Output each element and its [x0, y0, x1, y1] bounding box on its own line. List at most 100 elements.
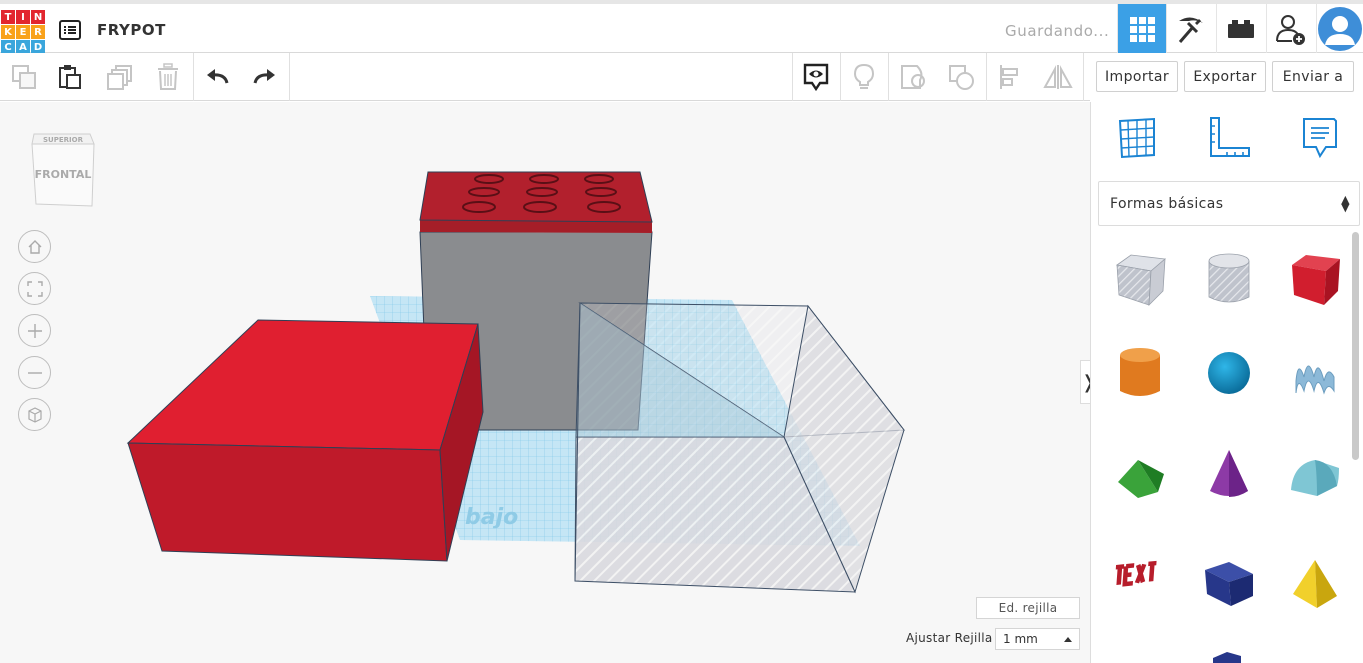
- shape-cylinder-hole[interactable]: [1198, 246, 1260, 312]
- wedge-icon: [1205, 562, 1253, 606]
- shape-category-select[interactable]: Formas básicas ▲ ▼: [1098, 181, 1360, 226]
- save-status: Guardando...: [1005, 22, 1110, 40]
- cylinder-icon: [1120, 348, 1160, 396]
- sort-arrows-icon: ▲ ▼: [1341, 193, 1350, 214]
- edit-grid-button[interactable]: Ed. rejilla: [976, 597, 1080, 619]
- home-icon: [28, 239, 41, 254]
- polygon-icon: [1213, 652, 1241, 663]
- 3d-workplane-viewport[interactable]: bajo SUPERIOR FRONTAL: [0, 102, 1090, 663]
- view-cube-front-label: FRONTAL: [35, 168, 92, 181]
- red-box[interactable]: [126, 319, 484, 562]
- duplicate-button[interactable]: [97, 53, 143, 101]
- view-cube-icon: SUPERIOR FRONTAL: [31, 133, 95, 207]
- scribble-icon: [1295, 365, 1335, 395]
- shape-partial-blue[interactable]: [1198, 642, 1260, 663]
- logo-letter: C: [1, 40, 15, 54]
- logo-letter: N: [31, 10, 45, 24]
- logo-letter: E: [16, 25, 30, 39]
- sphere-icon: [1208, 352, 1250, 394]
- shape-partial[interactable]: [1109, 642, 1171, 663]
- grid-icon: [1130, 16, 1155, 42]
- user-avatar[interactable]: [1316, 4, 1363, 53]
- notes-tool-button[interactable]: [1296, 114, 1344, 162]
- logo-letter: I: [16, 10, 30, 24]
- import-button[interactable]: Importar: [1096, 61, 1178, 92]
- home-view-button[interactable]: [18, 230, 51, 263]
- export-button[interactable]: Exportar: [1184, 61, 1266, 92]
- shape-round-roof[interactable]: [1284, 442, 1346, 508]
- delete-button[interactable]: [145, 53, 191, 101]
- workplane-tool-button[interactable]: [1113, 114, 1161, 162]
- caret-up-icon: [1064, 637, 1072, 642]
- design-list-button[interactable]: [58, 18, 82, 42]
- ruler-tool-button[interactable]: [1205, 114, 1253, 162]
- shape-pyramid[interactable]: [1284, 550, 1346, 616]
- shape-scribble[interactable]: [1284, 340, 1346, 406]
- lightbulb-icon: [853, 63, 875, 89]
- logo-letter: R: [31, 25, 45, 39]
- ortho-view-button[interactable]: [18, 398, 51, 431]
- shape-cone[interactable]: [1198, 442, 1260, 508]
- shape-box[interactable]: [1284, 246, 1346, 312]
- copy-icon: [12, 65, 36, 89]
- text-shape-icon: [1115, 560, 1157, 587]
- undo-button[interactable]: [195, 53, 241, 101]
- paste-button[interactable]: [47, 53, 93, 101]
- 3d-view-button[interactable]: [1117, 4, 1166, 53]
- ruler-icon: [1210, 117, 1250, 157]
- project-title[interactable]: FRYPOT: [97, 21, 166, 39]
- shape-wedge[interactable]: [1198, 550, 1260, 616]
- brick-icon: [1228, 19, 1254, 38]
- fit-view-button[interactable]: [18, 272, 51, 305]
- blocks-view-button[interactable]: [1166, 4, 1215, 53]
- shape-text[interactable]: [1109, 542, 1171, 608]
- list-icon: [59, 20, 81, 40]
- trash-icon: [158, 63, 178, 90]
- align-button[interactable]: [987, 53, 1033, 101]
- workplane-label: bajo: [465, 505, 518, 530]
- mirror-icon: [1043, 65, 1073, 89]
- note-icon: [1303, 118, 1337, 159]
- group-button[interactable]: [890, 53, 936, 101]
- share-button[interactable]: [1266, 4, 1315, 53]
- logo-letter: T: [1, 10, 15, 24]
- mirror-button[interactable]: [1035, 53, 1081, 101]
- duplicate-icon: [107, 65, 132, 90]
- fit-icon: [26, 280, 43, 297]
- send-to-button[interactable]: Enviar a: [1272, 61, 1354, 92]
- undo-icon: [207, 69, 229, 84]
- notes-button[interactable]: [793, 53, 839, 101]
- bricks-view-button[interactable]: [1216, 4, 1265, 53]
- avatar-icon: [1318, 6, 1362, 51]
- hole-box[interactable]: [574, 302, 905, 594]
- zoom-in-button[interactable]: [18, 314, 51, 347]
- shape-sphere[interactable]: [1198, 340, 1260, 406]
- tinkercad-logo[interactable]: T I N K E R C A D: [1, 10, 45, 54]
- group-icon: [901, 65, 925, 89]
- shapes-scrollbar[interactable]: [1352, 232, 1359, 460]
- cone-icon: [1210, 450, 1248, 497]
- paste-icon: [59, 65, 81, 89]
- edit-toolbar: [0, 53, 1090, 101]
- pickaxe-icon: [1178, 16, 1203, 43]
- copy-button[interactable]: [1, 53, 47, 101]
- redo-button[interactable]: [241, 53, 287, 101]
- logo-letter: K: [1, 25, 15, 39]
- box-icon: [1292, 255, 1340, 305]
- hint-button[interactable]: [841, 53, 887, 101]
- snap-grid-select[interactable]: 1 mm: [995, 628, 1080, 650]
- minus-icon: [27, 371, 42, 374]
- shape-box-hole[interactable]: [1109, 246, 1171, 312]
- shape-roof[interactable]: [1109, 442, 1171, 508]
- shape-cylinder[interactable]: [1109, 340, 1171, 406]
- top-bar: T I N K E R C A D FRYPOT Guardando...: [0, 0, 1363, 54]
- view-cube[interactable]: SUPERIOR FRONTAL: [28, 126, 98, 208]
- cylinder-hole-icon: [1208, 253, 1250, 303]
- zoom-out-button[interactable]: [18, 356, 51, 389]
- redo-icon: [253, 69, 275, 84]
- eye-bubble-icon: [803, 63, 829, 92]
- ungroup-button[interactable]: [938, 53, 984, 101]
- roof-icon: [1118, 460, 1164, 498]
- ungroup-icon: [949, 65, 974, 90]
- scene-canvas[interactable]: bajo: [0, 102, 1090, 663]
